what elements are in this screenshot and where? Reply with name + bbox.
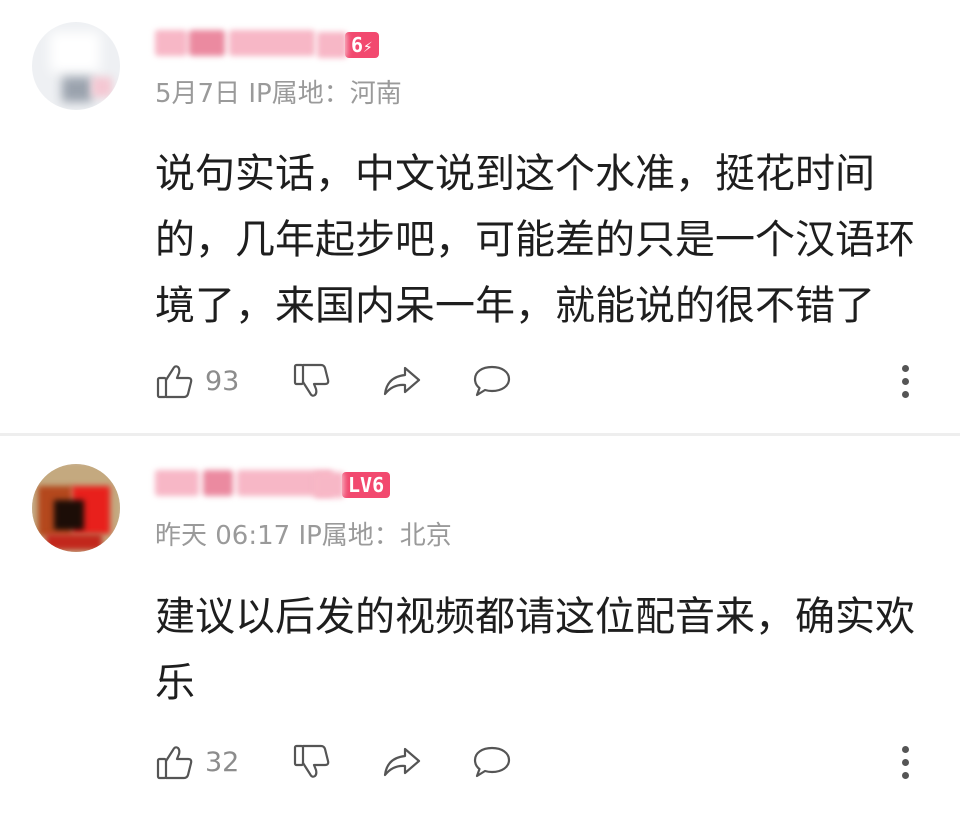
reply-button[interactable] xyxy=(471,740,513,784)
comment-item: 6⚡ 5月7日 IP属地：河南 说句实话，中文说到这个水准，挺花时间的，几年起步… xyxy=(0,0,960,432)
level-badge: 6⚡ xyxy=(317,32,379,58)
level-badge: LV6 xyxy=(314,472,391,498)
thumbs-up-icon xyxy=(156,746,193,780)
comment-item: LV6 昨天 06:17 IP属地：北京 建议以后发的视频都请这位配音来，确实欢… xyxy=(0,436,960,815)
avatar[interactable] xyxy=(32,22,120,110)
username[interactable] xyxy=(155,470,335,496)
reply-button[interactable] xyxy=(471,359,513,403)
share-arrow-icon xyxy=(383,366,421,396)
like-button[interactable]: 93 xyxy=(155,359,239,403)
share-arrow-icon xyxy=(383,747,421,777)
username[interactable] xyxy=(155,30,315,56)
comment-meta: 昨天 06:17 IP属地：北京 xyxy=(155,521,452,551)
speech-bubble-icon xyxy=(473,746,511,778)
more-options-icon[interactable] xyxy=(893,361,917,401)
thumbs-down-icon xyxy=(293,744,330,778)
comment-content: 说句实话，中文说到这个水准，挺花时间的，几年起步吧，可能差的只是一个汉语环境了，… xyxy=(155,151,915,329)
thumbs-up-icon xyxy=(156,365,193,399)
share-button[interactable] xyxy=(381,359,423,403)
share-button[interactable] xyxy=(381,740,423,784)
thumbs-down-icon xyxy=(293,363,330,397)
comment-actions: 32 xyxy=(155,740,925,784)
comment-content: 建议以后发的视频都请这位配音来，确实欢乐 xyxy=(155,594,915,706)
dislike-button[interactable] xyxy=(292,740,332,784)
level-badge-text: LV6 xyxy=(348,473,385,497)
level-bolt-icon: ⚡ xyxy=(363,37,373,56)
like-count: 32 xyxy=(205,746,240,778)
more-options-icon[interactable] xyxy=(893,742,917,782)
level-badge-text: 6 xyxy=(351,33,364,57)
comment-actions: 93 xyxy=(155,359,925,403)
dislike-button[interactable] xyxy=(292,359,332,403)
like-button[interactable]: 32 xyxy=(155,740,239,784)
avatar[interactable] xyxy=(32,464,120,552)
speech-bubble-icon xyxy=(473,365,511,397)
like-count: 93 xyxy=(205,365,240,397)
comment-meta: 5月7日 IP属地：河南 xyxy=(155,79,402,109)
